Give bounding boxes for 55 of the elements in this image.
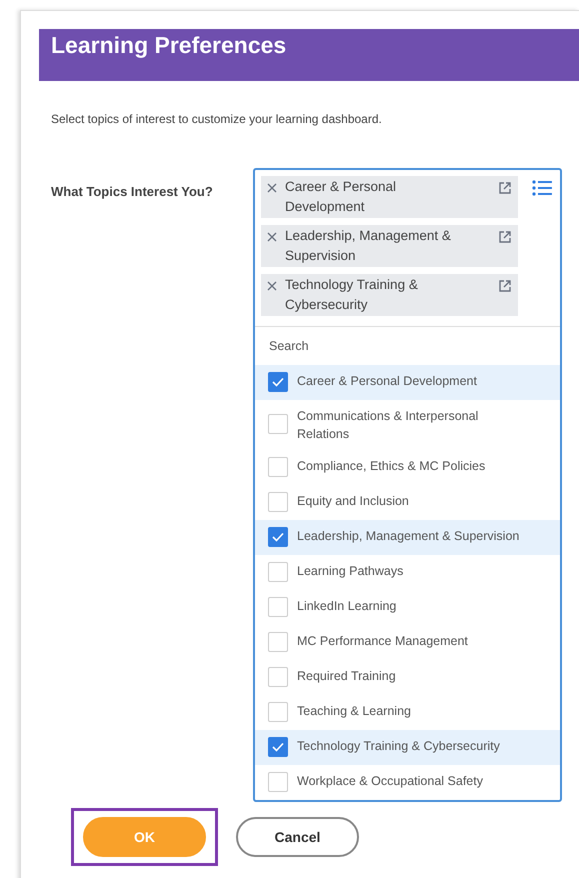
- option-label: LinkedIn Learning: [297, 598, 398, 615]
- check-icon: [272, 532, 284, 542]
- checkbox[interactable]: [268, 492, 288, 512]
- checkbox[interactable]: [268, 667, 288, 687]
- external-link-icon[interactable]: [498, 279, 512, 293]
- chip-label: Leadership, Management & Supervision: [285, 227, 452, 265]
- topic-option[interactable]: Leadership, Management & Supervision: [255, 520, 560, 555]
- topic-option[interactable]: Equity and Inclusion: [255, 485, 560, 520]
- topic-option[interactable]: LinkedIn Learning: [255, 590, 560, 625]
- external-link-icon[interactable]: [498, 230, 512, 244]
- checkbox[interactable]: [268, 457, 288, 477]
- option-label: Teaching & Learning: [297, 703, 412, 720]
- option-label: MC Performance Management: [297, 633, 469, 650]
- checkbox[interactable]: [268, 414, 288, 434]
- topic-option[interactable]: Compliance, Ethics & MC Policies: [255, 450, 560, 485]
- option-label: Technology Training & Cybersecurity: [297, 738, 501, 755]
- option-label: Career & Personal Development: [297, 373, 478, 390]
- checkbox[interactable]: [268, 562, 288, 582]
- external-link-icon[interactable]: [498, 181, 512, 195]
- topic-option[interactable]: Communications & Interpersonal Relations: [255, 400, 560, 450]
- cancel-button[interactable]: Cancel: [236, 817, 359, 857]
- option-label: Equity and Inclusion: [297, 493, 410, 510]
- topic-option[interactable]: Learning Pathways: [255, 555, 560, 590]
- remove-icon[interactable]: [267, 183, 277, 193]
- check-icon: [272, 377, 284, 387]
- chip-label: Career & Personal Development: [285, 178, 398, 216]
- list-icon[interactable]: [532, 180, 552, 196]
- option-label: Communications & Interpersonal Relations: [297, 408, 480, 443]
- option-label: Workplace & Occupational Safety: [297, 773, 484, 790]
- checkbox[interactable]: [268, 597, 288, 617]
- checkbox[interactable]: [268, 632, 288, 652]
- field-label: What Topics Interest You?: [51, 183, 214, 201]
- checkbox[interactable]: [268, 702, 288, 722]
- search-field[interactable]: Search: [255, 327, 560, 365]
- option-label: Required Training: [297, 668, 397, 685]
- checkbox[interactable]: [268, 772, 288, 792]
- remove-icon[interactable]: [267, 281, 277, 291]
- dialog-title: Learning Preferences: [51, 31, 286, 60]
- chip-label: Technology Training & Cybersecurity: [285, 276, 419, 314]
- checkbox[interactable]: [268, 737, 288, 757]
- topic-option[interactable]: Required Training: [255, 660, 560, 695]
- topic-option[interactable]: Technology Training & Cybersecurity: [255, 730, 560, 765]
- remove-icon[interactable]: [267, 232, 277, 242]
- option-label: Compliance, Ethics & MC Policies: [297, 458, 486, 475]
- option-label: Leadership, Management & Supervision: [297, 528, 520, 545]
- description-text: Select topics of interest to customize your learning dashboard.: [51, 111, 383, 128]
- check-icon: [272, 742, 284, 752]
- checkbox[interactable]: [268, 527, 288, 547]
- topic-option[interactable]: Teaching & Learning: [255, 695, 560, 730]
- topic-option[interactable]: Career & Personal Development: [255, 365, 560, 400]
- topics-multiselect[interactable]: [253, 168, 562, 802]
- option-label: Learning Pathways: [297, 563, 404, 580]
- topic-option[interactable]: MC Performance Management: [255, 625, 560, 660]
- checkbox[interactable]: [268, 372, 288, 392]
- topic-option[interactable]: Workplace & Occupational Safety: [255, 765, 560, 800]
